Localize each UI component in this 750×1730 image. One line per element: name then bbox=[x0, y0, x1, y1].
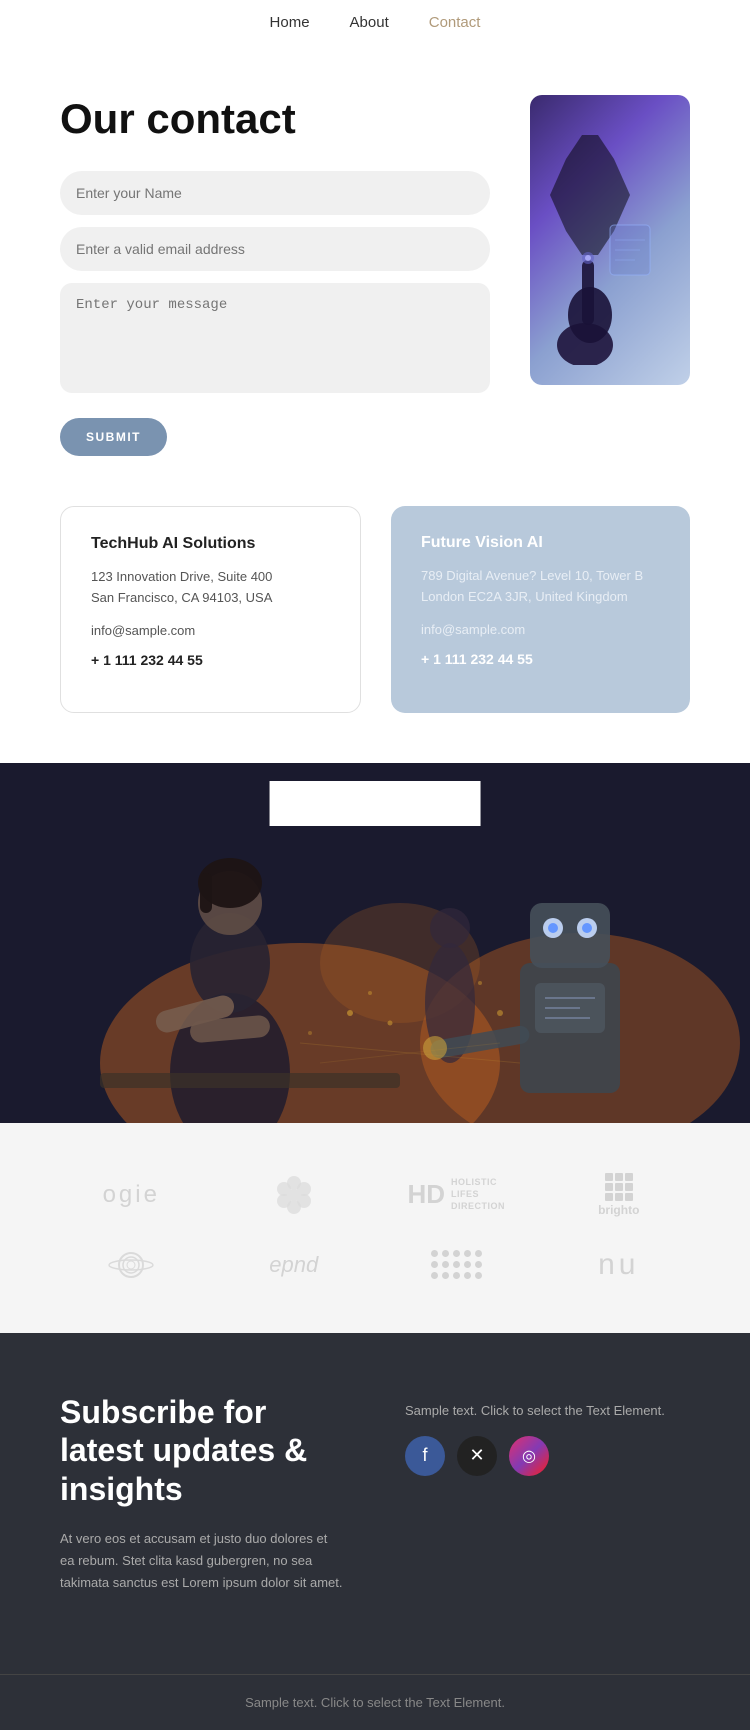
footer: Sample text. Click to select the Text El… bbox=[0, 1674, 750, 1730]
social-icons: f ✕ ◎ bbox=[405, 1436, 690, 1476]
address-card-1-name: TechHub AI Solutions bbox=[91, 535, 330, 553]
logo-brighto-container: brighto bbox=[598, 1173, 639, 1217]
contact-image-area bbox=[530, 95, 690, 385]
hero-nav-contact[interactable]: Contact bbox=[429, 795, 481, 812]
logo-hd-container: HD HOLISTICLIFESDIRECTION bbox=[407, 1177, 505, 1212]
nav-contact[interactable]: Contact bbox=[429, 14, 481, 31]
logo-hd-subtitle: HOLISTICLIFESDIRECTION bbox=[451, 1177, 505, 1212]
message-input[interactable] bbox=[60, 283, 490, 393]
contact-hero-image bbox=[530, 95, 690, 385]
logo-dots bbox=[431, 1250, 482, 1279]
logo-flower bbox=[272, 1173, 316, 1217]
address-card-1-email: info@sample.com bbox=[91, 621, 330, 642]
address-card-2-address: 789 Digital Avenue? Level 10, Tower B Lo… bbox=[421, 566, 660, 608]
logo-epnd-text: epnd bbox=[269, 1252, 318, 1278]
address-card-2: Future Vision AI 789 Digital Avenue? Lev… bbox=[391, 506, 690, 713]
instagram-button[interactable]: ◎ bbox=[509, 1436, 549, 1476]
name-input[interactable] bbox=[60, 171, 490, 215]
hero-nav-home[interactable]: Home bbox=[270, 795, 310, 812]
logo-dots-grid bbox=[431, 1250, 482, 1279]
logo-flower-icon bbox=[272, 1173, 316, 1217]
twitter-icon: ✕ bbox=[469, 1445, 484, 1466]
logo-brighto-grid bbox=[605, 1173, 633, 1201]
address-card-1-phone: + 1 111 232 44 55 bbox=[91, 649, 330, 671]
address-section: TechHub AI Solutions 123 Innovation Driv… bbox=[0, 506, 750, 763]
logo-hd-letters: HD bbox=[407, 1179, 445, 1210]
main-nav: Home About Contact bbox=[0, 0, 750, 45]
address-card-2-phone: + 1 111 232 44 55 bbox=[421, 648, 660, 670]
logo-ogie: ogie bbox=[103, 1181, 160, 1209]
facebook-icon: f bbox=[422, 1445, 427, 1466]
twitter-button[interactable]: ✕ bbox=[457, 1436, 497, 1476]
subscribe-body: At vero eos et accusam et justo duo dolo… bbox=[60, 1528, 345, 1594]
logo-brighto-name: brighto bbox=[598, 1203, 639, 1217]
nav-about[interactable]: About bbox=[350, 14, 389, 31]
instagram-icon: ◎ bbox=[522, 1446, 536, 1466]
subscribe-sample-text: Sample text. Click to select the Text El… bbox=[405, 1403, 690, 1418]
submit-button[interactable]: SUBMIT bbox=[60, 418, 167, 456]
address-card-1-address: 123 Innovation Drive, Suite 400 San Fran… bbox=[91, 567, 330, 609]
logo-epnd: epnd bbox=[269, 1252, 318, 1278]
logo-hd: HD HOLISTICLIFESDIRECTION bbox=[407, 1177, 505, 1212]
address-card-2-name: Future Vision AI bbox=[421, 534, 660, 552]
logo-saturn-icon bbox=[108, 1247, 154, 1283]
footer-text: Sample text. Click to select the Text El… bbox=[20, 1695, 730, 1710]
logo-nu: nu bbox=[598, 1248, 639, 1282]
subscribe-title: Subscribe for latest updates & insights bbox=[60, 1393, 345, 1508]
subscribe-left: Subscribe for latest updates & insights … bbox=[60, 1393, 345, 1594]
logo-brighto: brighto bbox=[598, 1173, 639, 1217]
logo-nu-text: nu bbox=[598, 1248, 639, 1282]
email-input[interactable] bbox=[60, 227, 490, 271]
address-card-2-email: info@sample.com bbox=[421, 620, 660, 641]
logos-section: ogie HD HOLISTICLIFESDIRECTION brighto bbox=[0, 1123, 750, 1333]
subscribe-section: Subscribe for latest updates & insights … bbox=[0, 1333, 750, 1674]
contact-section: Our contact SUBMIT bbox=[0, 45, 750, 506]
contact-title: Our contact bbox=[60, 95, 490, 143]
logo-ogie-text: ogie bbox=[103, 1181, 160, 1209]
hero-nav: Home About Contact bbox=[270, 781, 481, 826]
facebook-button[interactable]: f bbox=[405, 1436, 445, 1476]
nav-home[interactable]: Home bbox=[270, 14, 310, 31]
hand-illustration bbox=[540, 185, 660, 365]
hero-banner: Home About Contact bbox=[0, 763, 750, 1123]
address-card-1: TechHub AI Solutions 123 Innovation Driv… bbox=[60, 506, 361, 713]
contact-form-area: Our contact SUBMIT bbox=[60, 95, 490, 456]
hero-nav-about[interactable]: About bbox=[350, 795, 389, 812]
logo-saturn bbox=[108, 1247, 154, 1283]
subscribe-right: Sample text. Click to select the Text El… bbox=[405, 1393, 690, 1496]
